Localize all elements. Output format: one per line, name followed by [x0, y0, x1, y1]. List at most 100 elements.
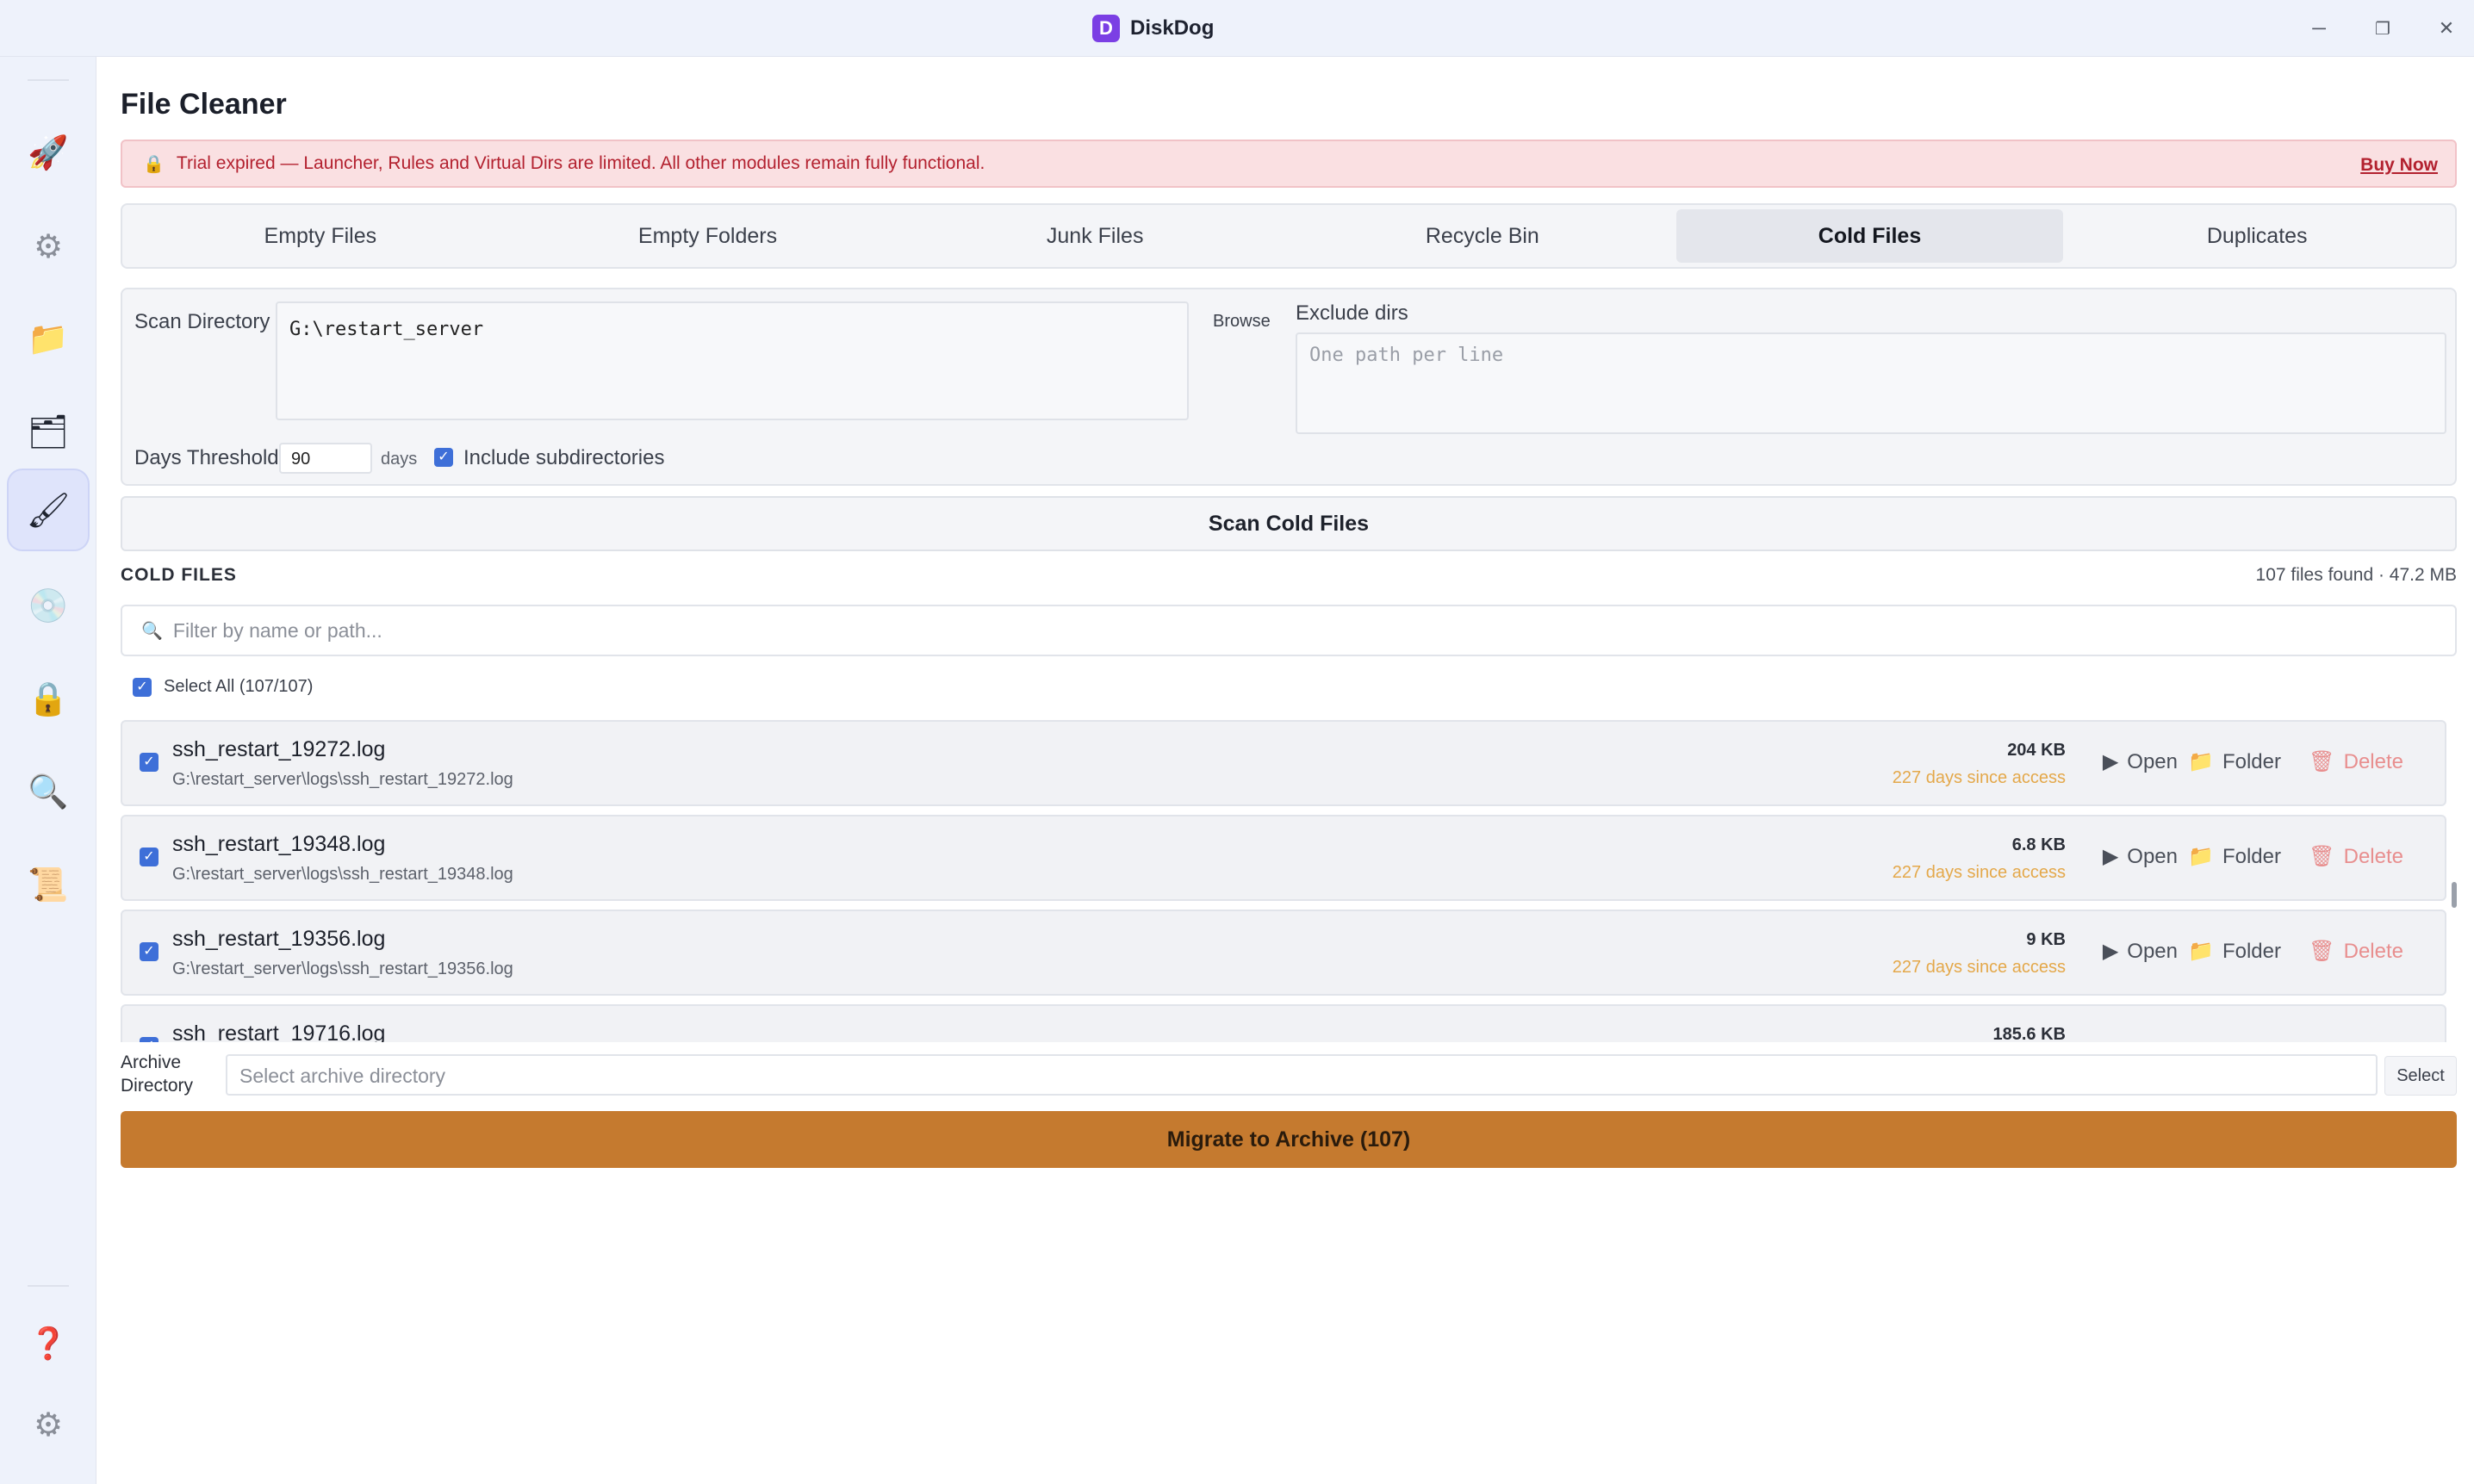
rocket-icon: 🚀 — [28, 135, 69, 171]
app-title: D DiskDog — [1092, 15, 1214, 42]
lock-icon: 🔒 — [143, 154, 165, 174]
tab-empty-folders[interactable]: Empty Folders — [514, 209, 902, 263]
play-icon: ▶ — [2102, 940, 2119, 963]
scan-directory-label: Scan Directory — [134, 310, 270, 333]
file-path: G:\restart_server\logs\ssh_restart_19356… — [172, 959, 513, 978]
title-bar: D DiskDog ─ ❐ ✕ — [0, 0, 2474, 57]
sidebar-item-file-cleaner[interactable]: 🖌 — [7, 469, 90, 551]
tab-empty-files[interactable]: Empty Files — [127, 209, 514, 263]
delete-button[interactable]: 🗑 Delete — [2309, 939, 2403, 964]
scan-options-panel: Scan Directory G:\restart_server Browse … — [121, 288, 2457, 486]
days-threshold-label: Days Threshold — [134, 446, 279, 469]
open-button[interactable]: ▶ Open — [2103, 749, 2178, 774]
include-subdirectories-checkbox[interactable]: ✓ — [434, 448, 453, 467]
tab-duplicates[interactable]: Duplicates — [2063, 209, 2451, 263]
file-row: ✓ ssh_restart_19272.log G:\restart_serve… — [121, 720, 2446, 806]
sidebar-item-launcher[interactable]: 🚀 — [7, 112, 90, 195]
folder-label: Folder — [2222, 749, 2281, 773]
browse-button[interactable]: Browse — [1213, 312, 1271, 332]
folder-icon: 📁 — [2188, 750, 2214, 773]
scan-cold-files-button[interactable]: Scan Cold Files — [121, 496, 2457, 551]
archive-label-line1: Archive — [121, 1052, 182, 1072]
file-age: 227 days since access — [1892, 768, 2066, 787]
trash-icon: 🗑 — [2309, 940, 2335, 963]
help-icon: ❓ — [28, 1326, 68, 1361]
sidebar-item-help[interactable]: ❓ — [7, 1302, 90, 1385]
folder-icon: 📁 — [2188, 845, 2214, 868]
delete-button[interactable]: 🗑 Delete — [2309, 749, 2403, 774]
select-all[interactable]: ✓ Select All (107/107) — [133, 677, 313, 697]
delete-button[interactable]: 🗑 Delete — [2309, 844, 2403, 869]
sidebar-item-logs[interactable]: 📜 — [7, 844, 90, 927]
file-name: ssh_restart_19272.log — [172, 737, 386, 761]
search-icon: 🔍 — [141, 621, 163, 641]
file-name: ssh_restart_19716.log — [172, 1021, 386, 1042]
folder-icon: 📁 — [28, 321, 69, 357]
file-size: 9 KB — [2026, 930, 2066, 949]
archive-select-button[interactable]: Select — [2384, 1056, 2457, 1096]
days-unit-label: days — [381, 450, 418, 469]
scan-directory-input[interactable]: G:\restart_server — [276, 301, 1189, 420]
sidebar-divider — [28, 1285, 69, 1287]
delete-label: Delete — [2343, 749, 2403, 773]
sidebar-divider — [28, 79, 69, 81]
filter-input[interactable]: 🔍 Filter by name or path... — [121, 605, 2457, 656]
sidebar-item-folders[interactable]: 📁 — [7, 298, 90, 381]
tab-recycle-bin[interactable]: Recycle Bin — [1289, 209, 1676, 263]
tab-junk-files[interactable]: Junk Files — [901, 209, 1289, 263]
open-button[interactable]: ▶ Open — [2103, 844, 2178, 869]
tab-bar: Empty Files Empty Folders Junk Files Rec… — [121, 203, 2457, 269]
file-row: ✓ ssh_restart_19716.log 185.6 KB — [121, 1004, 2446, 1042]
play-icon: ▶ — [2102, 750, 2119, 773]
filter-placeholder: Filter by name or path... — [172, 618, 382, 642]
close-icon: ✕ — [2438, 17, 2455, 39]
page-title: File Cleaner — [121, 88, 287, 121]
select-all-label: Select All (107/107) — [164, 677, 314, 696]
app-name: DiskDog — [1130, 16, 1215, 40]
scroll-icon: 📜 — [28, 867, 69, 903]
file-name: ssh_restart_19348.log — [172, 832, 386, 856]
file-checkbox[interactable]: ✓ — [140, 942, 159, 961]
delete-label: Delete — [2343, 844, 2403, 868]
maximize-button[interactable]: ❐ — [2364, 10, 2402, 47]
sidebar-item-settings[interactable]: ⚙ — [7, 1383, 90, 1466]
play-icon: ▶ — [2102, 845, 2119, 868]
folder-icon: 📁 — [2188, 940, 2214, 963]
file-path: G:\restart_server\logs\ssh_restart_19348… — [172, 865, 513, 884]
migrate-to-archive-button[interactable]: Migrate to Archive (107) — [121, 1111, 2457, 1168]
cold-files-list: ✓ ssh_restart_19272.log G:\restart_serve… — [121, 720, 2457, 1042]
sidebar-item-virtual-dirs[interactable]: 🗂 — [7, 391, 90, 474]
file-checkbox[interactable]: ✓ — [140, 1037, 159, 1042]
file-size: 204 KB — [2007, 741, 2066, 760]
folder-button[interactable]: 📁 Folder — [2188, 749, 2281, 774]
close-button[interactable]: ✕ — [2427, 10, 2465, 47]
broom-icon: 🖌 — [26, 491, 71, 530]
list-scrollbar[interactable] — [2452, 882, 2457, 908]
sidebar-item-search[interactable]: 🔍 — [7, 751, 90, 834]
file-checkbox[interactable]: ✓ — [140, 753, 159, 772]
days-threshold-input[interactable]: 90 — [279, 443, 372, 474]
open-label: Open — [2127, 844, 2178, 868]
open-label: Open — [2127, 939, 2178, 963]
minimize-icon: ─ — [2312, 17, 2326, 39]
buy-now-link[interactable]: Buy Now — [2360, 155, 2438, 176]
exclude-dirs-input[interactable]: One path per line — [1296, 332, 2446, 434]
trial-banner: 🔒 Trial expired — Launcher, Rules and Vi… — [121, 140, 2457, 188]
archive-label-line2: Directory — [121, 1076, 194, 1096]
folder-label: Folder — [2222, 939, 2281, 963]
file-checkbox[interactable]: ✓ — [140, 848, 159, 866]
include-subdirectories-label: Include subdirectories — [463, 446, 665, 469]
open-button[interactable]: ▶ Open — [2103, 939, 2178, 964]
tab-cold-files[interactable]: Cold Files — [1675, 209, 2064, 263]
lock-icon: 🔒 — [28, 681, 69, 717]
sidebar-item-disk[interactable]: 💿 — [7, 565, 90, 648]
sidebar-item-rules[interactable]: ⚙ — [7, 205, 90, 288]
folder-button[interactable]: 📁 Folder — [2188, 939, 2281, 964]
folder-button[interactable]: 📁 Folder — [2188, 844, 2281, 869]
sidebar-item-vault[interactable]: 🔒 — [7, 658, 90, 741]
trash-icon: 🗑 — [2309, 750, 2335, 773]
minimize-button[interactable]: ─ — [2300, 10, 2338, 47]
archive-directory-input[interactable]: Select archive directory — [226, 1054, 2378, 1096]
file-path: G:\restart_server\logs\ssh_restart_19272… — [172, 770, 513, 789]
select-all-checkbox[interactable]: ✓ — [133, 677, 152, 697]
